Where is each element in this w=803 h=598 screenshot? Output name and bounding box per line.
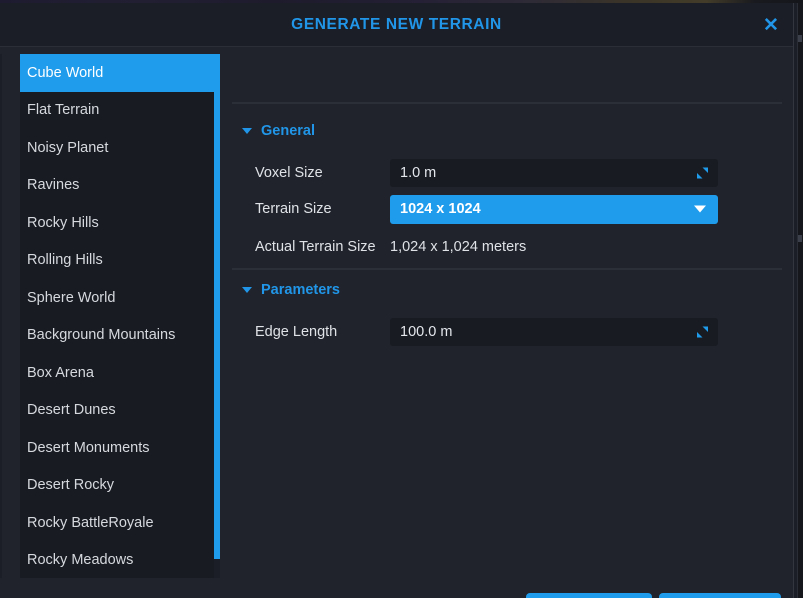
preset-list-item[interactable]: Rocky Meadows — [20, 542, 220, 579]
generate-button[interactable]: Generate — [659, 593, 781, 598]
edge-length-value: 100.0 m — [400, 324, 452, 340]
terrain-preset-list[interactable]: Cube WorldFlat TerrainNoisy PlanetRavine… — [20, 54, 220, 578]
chevron-down-icon — [694, 206, 706, 213]
drag-resize-icon[interactable] — [697, 168, 708, 179]
section-title-parameters: Parameters — [261, 282, 340, 298]
section-title-general: General — [261, 123, 315, 139]
preset-list-item[interactable]: Flat Terrain — [20, 92, 220, 130]
background-ghost-mark-2 — [798, 235, 802, 242]
background-right-edge — [797, 3, 803, 598]
preset-list-item[interactable]: Noisy Planet — [20, 129, 220, 167]
sidebar-scrollbar-thumb[interactable] — [214, 54, 220, 559]
close-icon[interactable]: ✕ — [758, 12, 784, 38]
divider-top — [232, 102, 782, 104]
row-terrain-size: Terrain Size 1024 x 1024 — [228, 195, 794, 223]
terrain-size-value: 1024 x 1024 — [400, 201, 481, 217]
drag-resize-icon[interactable] — [697, 327, 708, 338]
section-header-general[interactable]: General — [242, 123, 315, 139]
preset-list-item[interactable]: Desert Rocky — [20, 467, 220, 505]
generate-new-terrain-dialog: GENERATE NEW TERRAIN ✕ Cube WorldFlat Te… — [0, 3, 794, 598]
sidebar-scrollbar-track[interactable] — [214, 54, 220, 578]
preset-list-item[interactable]: Cube World — [20, 54, 220, 92]
preset-list-item[interactable]: Background Mountains — [20, 317, 220, 355]
divider-parameters — [232, 268, 782, 270]
settings-panel: General Voxel Size 1.0 m Terrain Size — [228, 47, 794, 598]
preset-list-item[interactable]: Desert Dunes — [20, 392, 220, 430]
preset-list-item[interactable]: Desert Monuments — [20, 429, 220, 467]
label-voxel-size: Voxel Size — [228, 165, 390, 181]
cancel-button[interactable]: Cancel — [526, 593, 652, 598]
screen-root: GENERATE NEW TERRAIN ✕ Cube WorldFlat Te… — [0, 0, 803, 598]
dialog-titlebar: GENERATE NEW TERRAIN ✕ — [0, 3, 793, 47]
preset-list-item[interactable]: Rocky BattleRoyale — [20, 504, 220, 542]
label-edge-length: Edge Length — [228, 324, 390, 340]
dialog-body: Cube WorldFlat TerrainNoisy PlanetRavine… — [0, 47, 793, 598]
terrain-size-dropdown[interactable]: 1024 x 1024 — [390, 195, 718, 224]
row-actual-terrain-size: Actual Terrain Size 1,024 x 1,024 meters — [228, 233, 794, 261]
sidebar-left-edge — [0, 54, 2, 578]
chevron-down-icon — [242, 128, 252, 134]
preset-list-item[interactable]: Rolling Hills — [20, 242, 220, 280]
label-actual-terrain-size: Actual Terrain Size — [228, 239, 390, 255]
actual-terrain-size-value: 1,024 x 1,024 meters — [390, 239, 526, 255]
background-ghost-mark-1 — [798, 35, 802, 42]
section-header-parameters[interactable]: Parameters — [242, 282, 340, 298]
edge-length-input[interactable]: 100.0 m — [390, 318, 718, 346]
chevron-down-icon — [242, 287, 252, 293]
row-edge-length: Edge Length 100.0 m — [228, 318, 794, 346]
row-voxel-size: Voxel Size 1.0 m — [228, 159, 794, 187]
voxel-size-value: 1.0 m — [400, 165, 436, 181]
preset-list-item[interactable]: Rocky Hills — [20, 204, 220, 242]
voxel-size-input[interactable]: 1.0 m — [390, 159, 718, 187]
preset-list-item[interactable]: Sphere World — [20, 279, 220, 317]
dialog-title: GENERATE NEW TERRAIN — [0, 16, 793, 34]
label-terrain-size: Terrain Size — [228, 201, 390, 217]
preset-list-item[interactable]: Box Arena — [20, 354, 220, 392]
preset-list-item[interactable]: Ravines — [20, 167, 220, 205]
